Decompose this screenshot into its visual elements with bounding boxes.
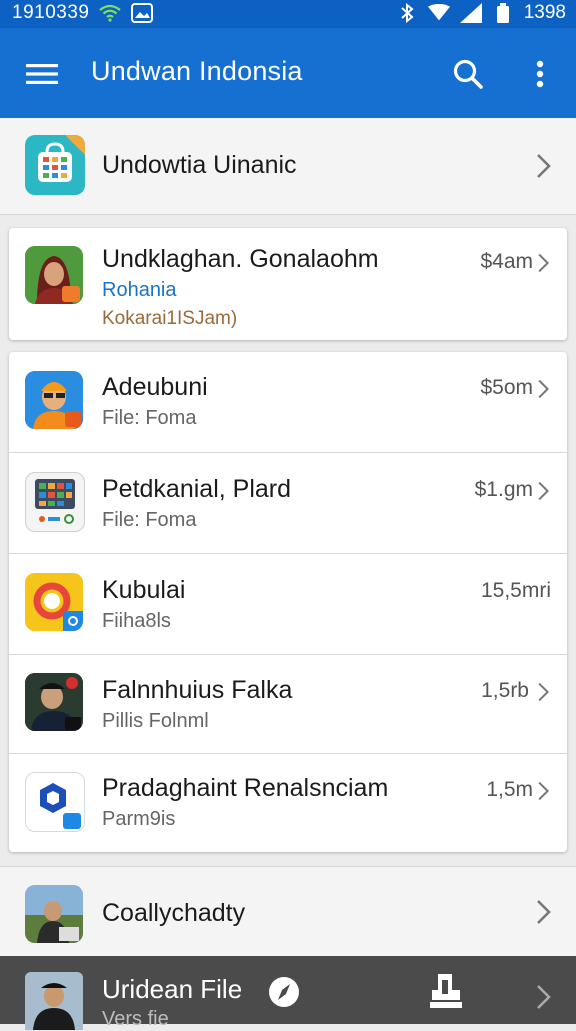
list-item-subtitle: Fiiha8ls [102,610,171,632]
hexagon-app-icon [25,772,85,832]
overflow-menu-button[interactable] [522,54,558,94]
status-bar: 1910339 1398 [0,0,576,28]
compass-icon [269,977,299,1007]
list-item[interactable]: Falnnhuius Falka Pillis Folnml 1,5rb [9,655,567,753]
chevron-right-icon [538,781,550,801]
battery-icon [492,2,514,24]
chevron-right-icon [538,682,550,702]
image-notification-icon [131,2,154,24]
chevron-right-icon [538,481,550,501]
list-item-meta: 1,5rb [481,679,529,702]
woman-avatar-app-icon [25,246,83,304]
grid-app-icon [25,472,85,532]
list-item-title: Falnnhuius Falka [102,676,293,704]
list-item-title: Kubulai [102,576,186,604]
shopping-bag-app-icon [25,135,85,195]
list-item[interactable]: Kubulai Fiiha8ls 15,5mri [9,554,567,654]
chevron-right-icon [537,900,551,924]
status-clock: 1398 [523,2,566,23]
list-item-title: Pradaghaint Renalsnciam [102,774,389,802]
list-item[interactable]: Petdkanial, Plard File: Foma $1.gm [9,453,567,553]
bottom-title: Uridean File [102,974,243,1004]
person-photo-app-icon [25,972,83,1030]
man-avatar-app-icon [25,371,83,429]
list-item-title: Petdkanial, Plard [102,475,292,503]
list-item-meta: 1,5m [486,778,533,801]
search-icon [453,59,483,89]
featured-card[interactable]: Undklaghan. Gonalaohm Rohania Kokarai1IS… [9,228,567,340]
featured-detail: Kokarai1ISJam) [102,308,238,329]
list-item-meta: $5om [480,376,533,399]
chevron-right-icon [538,253,550,273]
chevron-right-icon [538,379,550,399]
wifi-signal-icon [427,2,450,24]
app-bar: Undwan Indonsia [0,28,576,118]
bluetooth-icon [396,2,418,24]
chevron-right-icon [537,154,551,178]
bottom-player-bar[interactable]: Uridean File Vers fie [0,956,576,1030]
menu-button[interactable] [22,54,62,94]
man-photo-app-icon [25,673,83,731]
more-vert-icon [536,60,544,88]
ring-app-icon [25,573,83,631]
list-item[interactable]: Adeubuni File: Foma $5om [9,352,567,452]
wifi-icon [99,2,122,24]
list-item-subtitle: Parm9is [102,808,176,830]
list-item-title: Adeubuni [102,373,208,401]
list-item-subtitle: File: Foma [102,509,197,531]
list-item[interactable]: Pradaghaint Renalsnciam Parm9is 1,5m [9,754,567,852]
list-item-meta: 15,5mri [480,579,551,602]
list-item-meta: $1.gm [474,478,533,501]
search-button[interactable] [448,54,488,94]
top-item-title: Undowtia Uinanic [102,151,297,179]
featured-price: $4am [480,250,533,273]
featured-subtitle[interactable]: Rohania [102,279,177,302]
person-photo-app-icon [25,885,83,943]
featured-title: Undklaghan. Gonalaohm [102,245,379,273]
chevron-right-icon [537,985,551,1009]
status-time: 1910339 [12,2,90,23]
lower-list-item[interactable]: Coallychadty [0,866,576,957]
file-list: Adeubuni File: Foma $5om Petdkanial, Pla… [9,352,567,852]
list-item-subtitle: Pillis Folnml [102,710,209,732]
top-list-item[interactable]: Undowtia Uinanic [0,118,576,215]
cell-signal-icon [459,2,482,24]
document-stack-icon[interactable] [428,972,464,1010]
app-title: Undwan Indonsia [91,56,303,86]
list-item-subtitle: File: Foma [102,407,197,429]
lower-item-title: Coallychadty [102,899,246,927]
bottom-subtitle: Vers fie [102,1008,169,1030]
hamburger-icon [26,64,58,84]
